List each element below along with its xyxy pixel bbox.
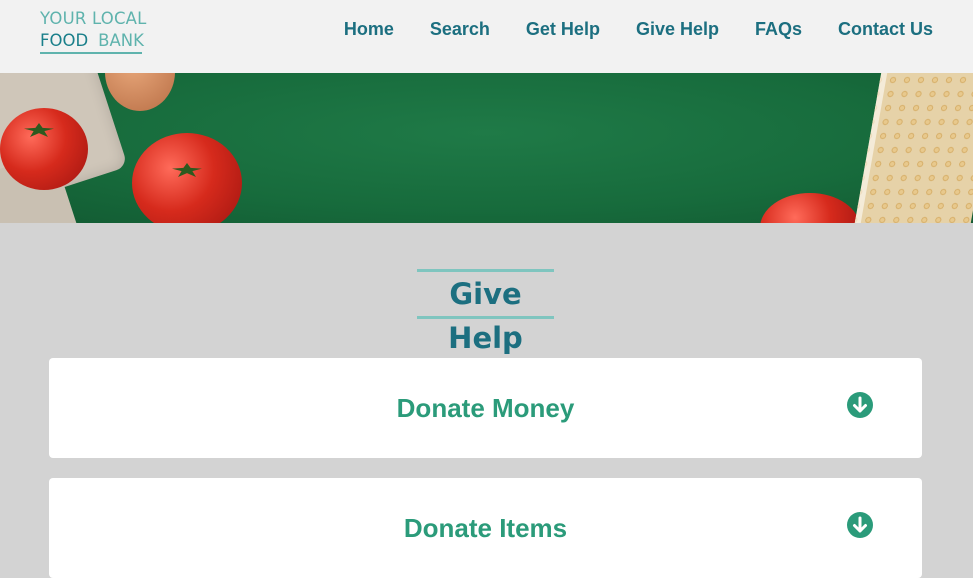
arrow-down-circle-icon[interactable] [847,512,873,538]
site-header: YOUR LOCAL FOOD BANK Home Search Get Help… [0,0,973,73]
main-nav: Home Search Get Help Give Help FAQs Cont… [344,18,933,40]
arrow-down-circle-icon[interactable] [847,392,873,418]
logo-word-bank: BANK [98,31,144,50]
hero-banner-image [0,73,973,223]
accordion-item-donate-money[interactable]: Donate Money [49,358,922,458]
nav-home[interactable]: Home [344,18,394,40]
logo-line-1: YOUR LOCAL [40,9,147,28]
accordion-label-donate-items: Donate Items [403,513,568,543]
page-title-box: Give Help [417,269,554,355]
chickpea-bag-graphic [854,73,973,223]
tomato-graphic-right [760,193,860,223]
page-title: Give Help [448,277,523,355]
egg-graphic [105,73,175,111]
nav-contact-us[interactable]: Contact Us [838,18,933,40]
site-logo[interactable]: YOUR LOCAL FOOD BANK [40,9,147,55]
logo-underline [40,52,142,54]
logo-word-food: FOOD [40,31,89,50]
tomato-graphic-center [132,133,242,223]
nav-faqs[interactable]: FAQs [755,18,802,40]
nav-search[interactable]: Search [430,18,490,40]
accordion-item-donate-items[interactable]: Donate Items [49,478,922,578]
tomato-graphic-left [0,108,88,190]
logo-line-2: FOOD BANK [40,31,144,50]
accordion-label-donate-money: Donate Money [396,393,575,423]
nav-get-help[interactable]: Get Help [526,18,600,40]
nav-give-help[interactable]: Give Help [636,18,719,40]
